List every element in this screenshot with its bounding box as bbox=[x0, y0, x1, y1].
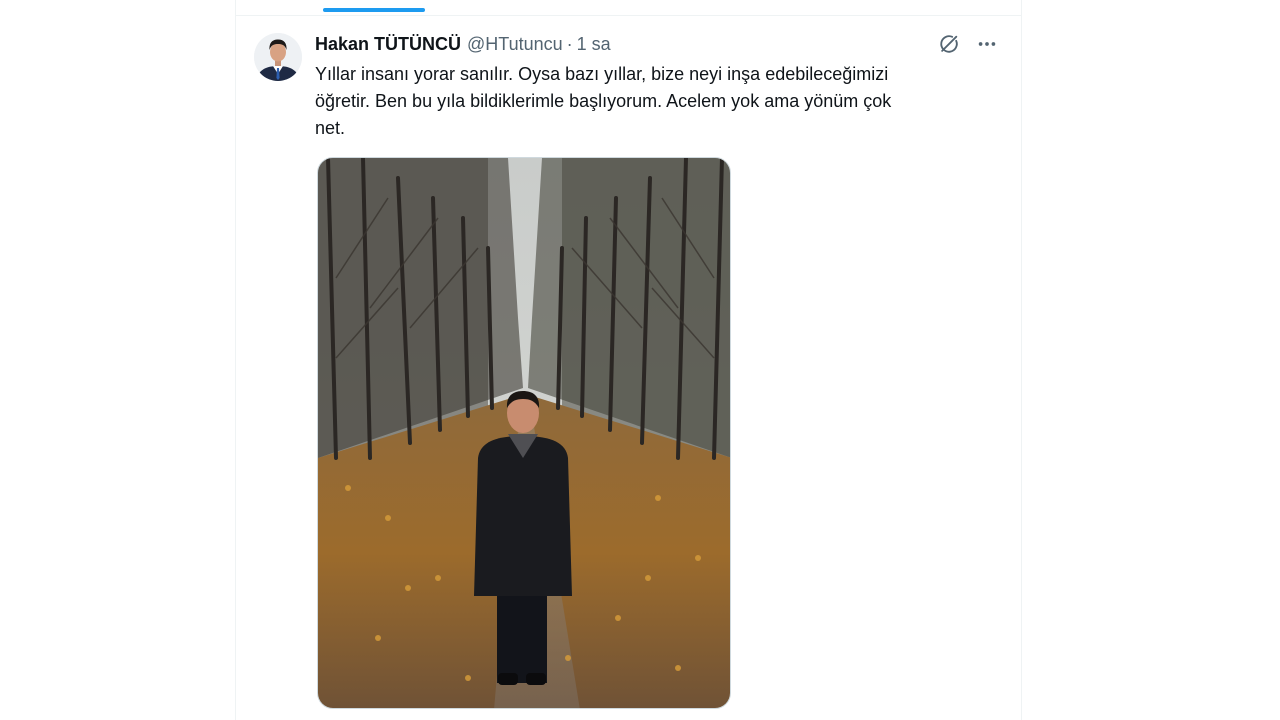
page: Hakan TÜTÜNCÜ @HTutuncu · 1 sa Yıllar in… bbox=[0, 0, 1280, 720]
author-display-name[interactable]: Hakan TÜTÜNCÜ bbox=[315, 34, 461, 55]
autumn-alley-photo bbox=[318, 158, 730, 708]
tweet-text-line: Yıllar insanı yorar sanılır. Oysa bazı y… bbox=[315, 64, 889, 84]
header-separator: · bbox=[566, 33, 573, 54]
tweet-photo[interactable] bbox=[317, 157, 731, 709]
tweet-timestamp[interactable]: 1 sa bbox=[577, 34, 611, 55]
tweet-header: Hakan TÜTÜNCÜ @HTutuncu · 1 sa bbox=[315, 33, 611, 55]
tweet-text-line: öğretir. Ben bu yıla bildiklerimle başlı… bbox=[315, 91, 892, 111]
tweet-text-line: net. bbox=[315, 118, 346, 138]
tweet-text: Yıllar insanı yorar sanılır. Oysa bazı y… bbox=[315, 61, 975, 142]
more-options-button[interactable] bbox=[975, 32, 999, 56]
author-handle[interactable]: @HTutuncu bbox=[467, 34, 563, 55]
more-options-icon bbox=[978, 42, 996, 46]
grok-icon bbox=[940, 35, 958, 53]
timeline-column: Hakan TÜTÜNCÜ @HTutuncu · 1 sa Yıllar in… bbox=[235, 0, 1022, 720]
avatar-image bbox=[254, 33, 302, 81]
tweet-header-actions bbox=[937, 32, 999, 56]
grok-button[interactable] bbox=[937, 32, 961, 56]
tab-strip bbox=[236, 0, 1021, 16]
active-tab-indicator bbox=[323, 8, 425, 12]
author-avatar[interactable] bbox=[254, 33, 302, 81]
